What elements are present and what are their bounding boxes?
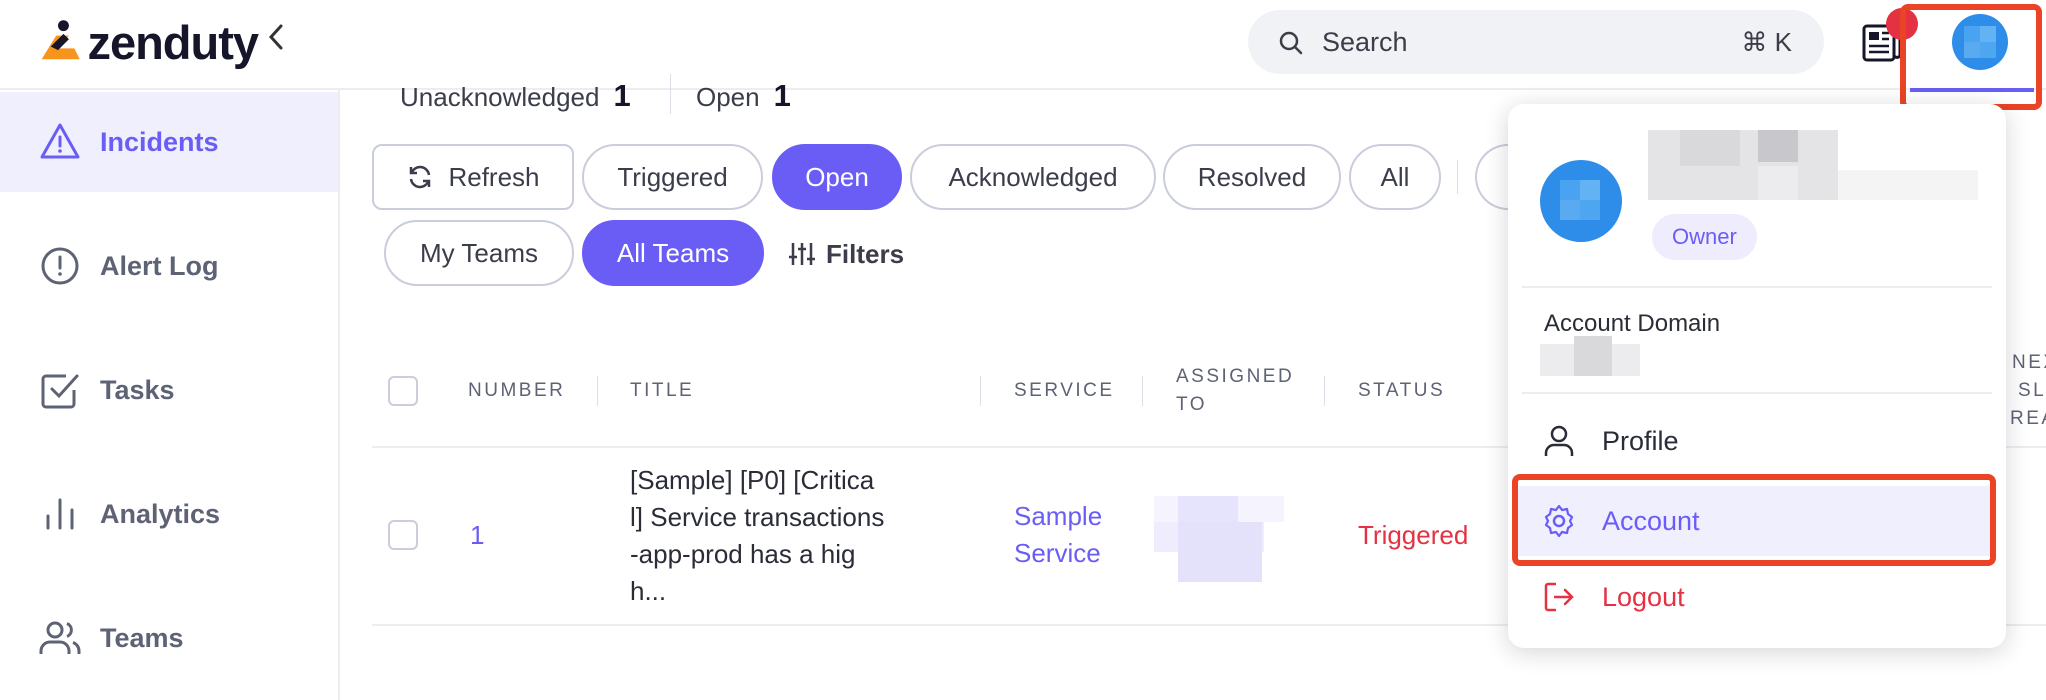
- alert-circle-icon: [41, 247, 79, 285]
- highlight-account-box: [1512, 474, 1996, 566]
- sidebar-item-label: Incidents: [100, 126, 219, 157]
- user-menu-dropdown: Owner Account Domain Profile Account Log…: [1508, 104, 2006, 648]
- col-header-next-line2: SL: [2018, 380, 2046, 401]
- refresh-icon: [410, 165, 431, 189]
- user-icon: [1544, 425, 1574, 456]
- menu-item-label: Logout: [1602, 581, 1685, 612]
- sidebar-item-teams[interactable]: Teams: [0, 588, 338, 688]
- account-domain-label: Account Domain: [1544, 310, 1721, 337]
- tab-resolved[interactable]: Resolved: [1163, 144, 1341, 210]
- zenduty-logo-icon: [41, 20, 80, 60]
- title-line: h...: [630, 576, 667, 606]
- search-shortcut: ⌘ K: [1741, 26, 1792, 57]
- highlight-avatar-box: [1900, 4, 2042, 110]
- sidebar-item-tasks[interactable]: Tasks: [0, 340, 338, 440]
- logout-icon: [1544, 582, 1574, 612]
- sliders-icon: [789, 243, 815, 265]
- bar-chart-icon: [46, 498, 74, 530]
- tab-acknowledged[interactable]: Acknowledged: [910, 144, 1156, 210]
- sidebar-item-label: Teams: [100, 622, 184, 653]
- sidebar-item-label: Tasks: [100, 374, 175, 405]
- col-header-title[interactable]: TITLE: [630, 380, 694, 402]
- row-checkbox[interactable]: [388, 520, 418, 550]
- column-divider: [597, 376, 598, 406]
- assignee-avatar-redacted[interactable]: [1154, 496, 1284, 582]
- col-header-status[interactable]: STATUS: [1358, 380, 1445, 402]
- menu-item-logout[interactable]: Logout: [1518, 562, 1996, 632]
- sidebar-collapse-button[interactable]: [265, 22, 287, 61]
- menu-divider: [1522, 392, 1992, 394]
- title-line: [Sample] [P0] [Critica: [630, 465, 875, 495]
- unacknowledged-value: 1: [613, 78, 631, 113]
- tab-label: All Teams: [616, 237, 730, 268]
- sidebar-item-alert-log[interactable]: Alert Log: [0, 216, 338, 316]
- col-header-number[interactable]: NUMBER: [468, 380, 565, 402]
- tab-triggered[interactable]: Triggered: [582, 144, 763, 210]
- open-count: Open 1: [696, 78, 791, 114]
- menu-divider: [1522, 286, 1992, 288]
- warning-triangle-icon: [40, 123, 80, 159]
- col-header-assigned-line1[interactable]: ASSIGNED: [1176, 366, 1294, 388]
- menu-avatar: [1540, 160, 1622, 242]
- col-header-next-line3: REA: [2010, 408, 2046, 429]
- count-divider: [670, 74, 671, 114]
- users-icon: [39, 621, 81, 654]
- tab-label: Acknowledged: [948, 161, 1118, 192]
- service-line: Service: [1014, 538, 1101, 568]
- tab-all-teams[interactable]: All Teams: [582, 220, 764, 286]
- col-header-assigned-line2[interactable]: TO: [1176, 394, 1207, 416]
- tab-open[interactable]: Open: [772, 144, 902, 210]
- incident-title-link[interactable]: [Sample] [P0] [Critica l] Service transa…: [630, 462, 884, 610]
- refresh-button[interactable]: Refresh: [372, 144, 574, 210]
- checkbox-icon: [41, 374, 79, 409]
- service-line: Sample: [1014, 501, 1103, 531]
- sidebar-item-label: Alert Log: [100, 250, 219, 281]
- account-domain-redacted: [1540, 336, 1640, 376]
- search-placeholder: Search: [1322, 26, 1408, 57]
- search-icon: [1279, 31, 1303, 55]
- sidebar-item-incidents[interactable]: Incidents: [0, 92, 338, 192]
- chevron-left-icon: [268, 24, 283, 50]
- role-badge: Owner: [1652, 214, 1757, 260]
- tab-label: All: [1380, 161, 1410, 192]
- tab-label: Resolved: [1197, 161, 1307, 192]
- col-header-next-line1: NEX: [2012, 352, 2046, 373]
- menu-item-profile[interactable]: Profile: [1518, 406, 1996, 476]
- filter-divider: [1457, 160, 1458, 194]
- tab-label: My Teams: [420, 237, 538, 268]
- open-label: Open: [696, 82, 760, 112]
- tab-label: Triggered: [617, 161, 728, 192]
- status-badge: Triggered: [1358, 520, 1469, 550]
- open-value: 1: [773, 78, 791, 113]
- filters-button[interactable]: Filters: [788, 238, 904, 270]
- refresh-label: Refresh: [448, 161, 540, 192]
- incident-number-link[interactable]: 1: [470, 520, 484, 551]
- column-divider: [1142, 376, 1143, 406]
- title-line: l] Service transactions: [630, 502, 885, 532]
- filters-label: Filters: [826, 238, 905, 269]
- column-divider: [980, 376, 981, 406]
- menu-item-label: Profile: [1602, 425, 1679, 456]
- col-header-service[interactable]: SERVICE: [1014, 380, 1115, 402]
- service-link[interactable]: Sample Service: [1014, 498, 1102, 572]
- logo-text: zenduty: [87, 15, 259, 69]
- tab-my-teams[interactable]: My Teams: [384, 220, 574, 286]
- sidebar-item-label: Analytics: [100, 498, 221, 529]
- tab-all[interactable]: All: [1349, 144, 1441, 210]
- unacknowledged-count: Unacknowledged 1: [400, 78, 631, 114]
- search-bar[interactable]: Search ⌘ K: [1248, 10, 1824, 74]
- zenduty-logo[interactable]: zenduty: [38, 14, 259, 70]
- select-all-checkbox[interactable]: [388, 376, 418, 406]
- user-name-redacted: [1648, 130, 1978, 200]
- column-divider: [1324, 376, 1325, 406]
- tab-label: Open: [805, 161, 869, 192]
- top-header: zenduty Search ⌘ K: [0, 0, 2046, 92]
- sidebar: Incidents Alert Log Tasks Analytics Team…: [0, 90, 340, 700]
- title-line: -app-prod has a hig: [630, 539, 856, 569]
- sidebar-item-analytics[interactable]: Analytics: [0, 464, 338, 564]
- unacknowledged-label: Unacknowledged: [400, 82, 600, 112]
